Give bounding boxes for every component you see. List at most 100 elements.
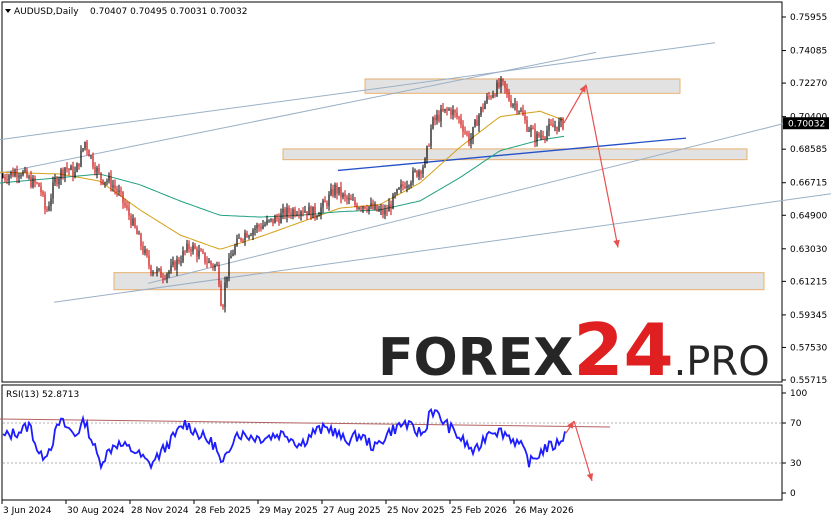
candle-body <box>4 176 6 180</box>
candle-body <box>466 132 468 134</box>
candle-body <box>144 249 146 254</box>
candle-body <box>242 239 244 241</box>
candle-body <box>106 180 108 182</box>
candle-body <box>142 246 144 254</box>
price-zone <box>113 272 765 291</box>
time-tick-label: 25 Feb 2026 <box>451 506 507 516</box>
candle-body <box>476 120 478 126</box>
candle-body <box>74 172 76 177</box>
time-tick-label: 27 Aug 2025 <box>323 506 381 516</box>
price-tick-label: 0.57530 <box>790 343 827 353</box>
candle-body <box>502 79 504 82</box>
candle-body <box>232 253 234 256</box>
candle-body <box>474 120 476 127</box>
candle-body <box>372 203 374 209</box>
candle-body <box>96 167 98 173</box>
candle-body <box>304 211 306 213</box>
candle-body <box>524 115 526 120</box>
candle-body <box>88 150 90 157</box>
candle-body <box>496 82 498 96</box>
candle-body <box>310 206 312 219</box>
candle-body <box>558 121 560 131</box>
candle-body <box>494 94 496 96</box>
candle-body <box>532 128 534 130</box>
candle-body <box>354 199 356 205</box>
time-tick-label: 30 Aug 2024 <box>67 506 125 516</box>
candle-body <box>268 219 270 221</box>
price-tick-label: 0.63030 <box>790 245 827 255</box>
candle-body <box>178 259 180 263</box>
symbol-label: AUDUSD,Daily <box>14 7 79 17</box>
candle-body <box>164 278 166 279</box>
candle-body <box>366 208 368 211</box>
candle-body <box>158 268 160 270</box>
price-tick-label: 0.72270 <box>790 79 827 89</box>
candle-body <box>224 282 226 307</box>
candle-body <box>402 184 404 187</box>
candle-body <box>42 192 44 195</box>
candle-body <box>458 116 460 119</box>
candle-body <box>440 108 442 122</box>
rsi-label: RSI(13) 52.8713 <box>6 390 79 400</box>
candle-body <box>464 131 466 133</box>
candle-body <box>380 208 382 210</box>
price-tick-label: 0.66715 <box>790 179 827 189</box>
candle-body <box>444 108 446 111</box>
candle-body <box>192 245 194 252</box>
candle-body <box>500 79 502 88</box>
candle-body <box>28 176 30 178</box>
candle-body <box>68 168 70 171</box>
candle-body <box>454 110 456 113</box>
candle-body <box>254 228 256 231</box>
candle-body <box>530 128 532 132</box>
candle-body <box>350 198 352 201</box>
candle-body <box>118 190 120 193</box>
candle-body <box>76 163 78 173</box>
candle-body <box>560 118 562 122</box>
candle-body <box>204 252 206 263</box>
candle-body <box>26 169 28 178</box>
candle-body <box>60 169 62 180</box>
candle-body <box>348 198 350 200</box>
candle-body <box>388 204 390 212</box>
candle-body <box>48 206 50 211</box>
candle-body <box>20 175 22 177</box>
candle-body <box>200 250 202 252</box>
candle-body <box>472 126 474 139</box>
candle-body <box>152 272 154 274</box>
candle-body <box>336 184 338 194</box>
candle-body <box>526 119 528 132</box>
candle-body <box>154 272 156 274</box>
candle-body <box>508 92 510 101</box>
candle-body <box>492 94 494 98</box>
candle-body <box>306 211 308 216</box>
candle-body <box>282 208 284 214</box>
candle-body <box>284 208 286 217</box>
candle-body <box>456 112 458 117</box>
current-price-label: 0.70032 <box>788 120 825 130</box>
candle-body <box>12 171 14 177</box>
candle-body <box>536 133 538 142</box>
price-zone <box>364 78 681 94</box>
candle-body <box>436 114 438 121</box>
candle-body <box>544 137 546 139</box>
candle-body <box>166 273 168 279</box>
time-tick-label: 3 Jun 2024 <box>3 506 52 516</box>
candle-body <box>70 166 72 171</box>
candle-body <box>396 189 398 194</box>
candle-body <box>168 271 170 274</box>
candle-body <box>520 110 522 112</box>
candle-body <box>30 176 32 188</box>
candle-body <box>120 190 122 192</box>
candle-body <box>290 213 292 216</box>
candle-body <box>218 264 220 285</box>
candle-body <box>228 258 230 277</box>
candle-body <box>450 109 452 116</box>
candle-body <box>102 179 104 184</box>
candle-body <box>262 225 264 229</box>
candle-body <box>206 262 208 264</box>
candle-body <box>344 193 346 197</box>
candle-body <box>212 264 214 268</box>
price-tick-label: 0.64900 <box>790 211 827 221</box>
candle-body <box>40 186 42 193</box>
